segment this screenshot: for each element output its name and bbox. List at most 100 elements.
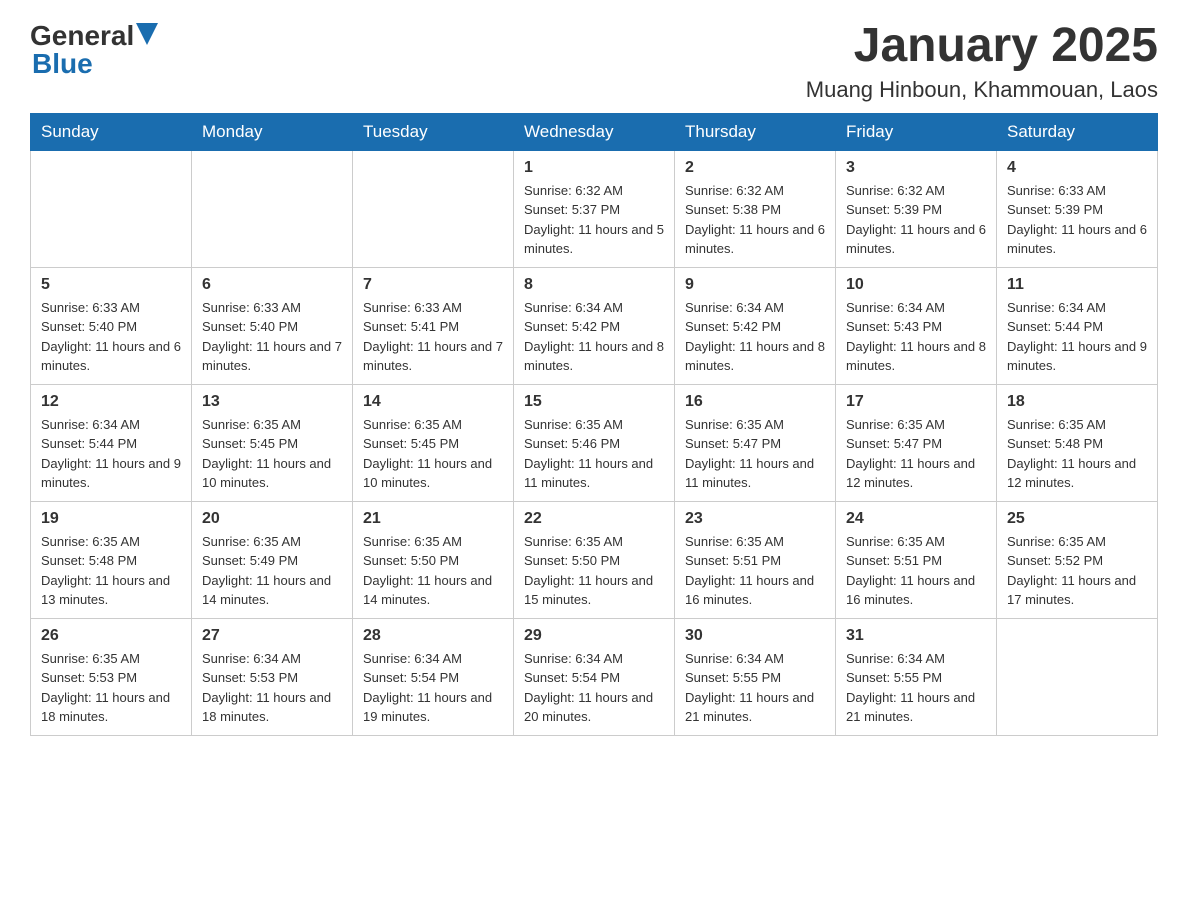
day-number: 24 [846, 510, 986, 528]
day-number: 7 [363, 276, 503, 294]
weekday-header-wednesday: Wednesday [514, 113, 675, 150]
day-number: 25 [1007, 510, 1147, 528]
day-number: 17 [846, 393, 986, 411]
month-title: January 2025 [806, 20, 1158, 73]
day-info: Sunrise: 6:34 AMSunset: 5:42 PMDaylight:… [524, 298, 664, 376]
day-number: 27 [202, 627, 342, 645]
calendar-cell: 26 Sunrise: 6:35 AMSunset: 5:53 PMDayligh… [31, 618, 192, 735]
calendar-cell: 30Sunrise: 6:34 AMSunset: 5:55 PMDayligh… [675, 618, 836, 735]
calendar-cell: 18 Sunrise: 6:35 AMSunset: 5:48 PMDayligh… [997, 384, 1158, 501]
calendar-cell [997, 618, 1158, 735]
calendar-cell: 25 Sunrise: 6:35 AMSunset: 5:52 PMDayligh… [997, 501, 1158, 618]
calendar-cell: 7 Sunrise: 6:33 AMSunset: 5:41 PMDaylight… [353, 267, 514, 384]
day-info: Sunrise: 6:34 AMSunset: 5:43 PMDaylight:… [846, 298, 986, 376]
day-info: Sunrise: 6:35 AMSunset: 5:53 PMDaylight:… [41, 649, 181, 727]
weekday-header-saturday: Saturday [997, 113, 1158, 150]
day-info: Sunrise: 6:35 AMSunset: 5:45 PMDaylight:… [202, 415, 342, 493]
day-info: Sunrise: 6:35 AMSunset: 5:45 PMDaylight:… [363, 415, 503, 493]
day-number: 22 [524, 510, 664, 528]
day-info: Sunrise: 6:33 AMSunset: 5:40 PMDaylight:… [202, 298, 342, 376]
calendar-cell: 6 Sunrise: 6:33 AMSunset: 5:40 PMDaylight… [192, 267, 353, 384]
day-info: Sunrise: 6:35 AMSunset: 5:51 PMDaylight:… [685, 532, 825, 610]
day-number: 6 [202, 276, 342, 294]
day-info: Sunrise: 6:34 AMSunset: 5:54 PMDaylight:… [363, 649, 503, 727]
day-number: 28 [363, 627, 503, 645]
day-info: Sunrise: 6:35 AMSunset: 5:51 PMDaylight:… [846, 532, 986, 610]
week-row-5: 26 Sunrise: 6:35 AMSunset: 5:53 PMDayligh… [31, 618, 1158, 735]
day-info: Sunrise: 6:32 AMSunset: 5:37 PMDaylight:… [524, 181, 664, 259]
day-number: 12 [41, 393, 181, 411]
calendar-cell: 17 Sunrise: 6:35 AMSunset: 5:47 PMDayligh… [836, 384, 997, 501]
day-info: Sunrise: 6:32 AMSunset: 5:39 PMDaylight:… [846, 181, 986, 259]
day-info: Sunrise: 6:35 AMSunset: 5:52 PMDaylight:… [1007, 532, 1147, 610]
day-info: Sunrise: 6:33 AMSunset: 5:41 PMDaylight:… [363, 298, 503, 376]
header: General Blue January 2025 Muang Hinboun,… [30, 20, 1158, 103]
day-info: Sunrise: 6:32 AMSunset: 5:38 PMDaylight:… [685, 181, 825, 259]
day-number: 30 [685, 627, 825, 645]
day-number: 21 [363, 510, 503, 528]
calendar-cell: 2Sunrise: 6:32 AMSunset: 5:38 PMDaylight… [675, 150, 836, 267]
day-info: Sunrise: 6:35 AMSunset: 5:48 PMDaylight:… [1007, 415, 1147, 493]
day-info: Sunrise: 6:35 AMSunset: 5:50 PMDaylight:… [363, 532, 503, 610]
day-info: Sunrise: 6:35 AMSunset: 5:47 PMDaylight:… [685, 415, 825, 493]
title-area: January 2025 Muang Hinboun, Khammouan, L… [806, 20, 1158, 103]
day-number: 18 [1007, 393, 1147, 411]
calendar-cell: 10 Sunrise: 6:34 AMSunset: 5:43 PMDayligh… [836, 267, 997, 384]
calendar-cell: 21 Sunrise: 6:35 AMSunset: 5:50 PMDayligh… [353, 501, 514, 618]
calendar-cell: 3 Sunrise: 6:32 AMSunset: 5:39 PMDaylight… [836, 150, 997, 267]
calendar-cell: 31Sunrise: 6:34 AMSunset: 5:55 PMDayligh… [836, 618, 997, 735]
calendar-cell: 9Sunrise: 6:34 AMSunset: 5:42 PMDaylight… [675, 267, 836, 384]
logo-triangle-icon [136, 23, 158, 45]
location-subtitle: Muang Hinboun, Khammouan, Laos [806, 77, 1158, 103]
calendar-cell [192, 150, 353, 267]
day-info: Sunrise: 6:35 AMSunset: 5:49 PMDaylight:… [202, 532, 342, 610]
day-info: Sunrise: 6:35 AMSunset: 5:47 PMDaylight:… [846, 415, 986, 493]
week-row-3: 12 Sunrise: 6:34 AMSunset: 5:44 PMDayligh… [31, 384, 1158, 501]
day-number: 20 [202, 510, 342, 528]
day-info: Sunrise: 6:34 AMSunset: 5:54 PMDaylight:… [524, 649, 664, 727]
day-number: 1 [524, 159, 664, 177]
day-number: 14 [363, 393, 503, 411]
day-info: Sunrise: 6:35 AMSunset: 5:46 PMDaylight:… [524, 415, 664, 493]
day-number: 11 [1007, 276, 1147, 294]
day-info: Sunrise: 6:34 AMSunset: 5:42 PMDaylight:… [685, 298, 825, 376]
day-number: 26 [41, 627, 181, 645]
day-info: Sunrise: 6:34 AMSunset: 5:44 PMDaylight:… [41, 415, 181, 493]
calendar-cell: 23 Sunrise: 6:35 AMSunset: 5:51 PMDayligh… [675, 501, 836, 618]
day-info: Sunrise: 6:33 AMSunset: 5:40 PMDaylight:… [41, 298, 181, 376]
calendar-cell: 1 Sunrise: 6:32 AMSunset: 5:37 PMDaylight… [514, 150, 675, 267]
weekday-header-monday: Monday [192, 113, 353, 150]
week-row-4: 19Sunrise: 6:35 AMSunset: 5:48 PMDayligh… [31, 501, 1158, 618]
logo-blue-text: Blue [32, 48, 93, 80]
week-row-2: 5Sunrise: 6:33 AMSunset: 5:40 PMDaylight… [31, 267, 1158, 384]
calendar-cell: 28 Sunrise: 6:34 AMSunset: 5:54 PMDayligh… [353, 618, 514, 735]
weekday-header-sunday: Sunday [31, 113, 192, 150]
day-number: 8 [524, 276, 664, 294]
day-info: Sunrise: 6:34 AMSunset: 5:44 PMDaylight:… [1007, 298, 1147, 376]
day-info: Sunrise: 6:34 AMSunset: 5:55 PMDaylight:… [846, 649, 986, 727]
day-info: Sunrise: 6:33 AMSunset: 5:39 PMDaylight:… [1007, 181, 1147, 259]
day-number: 19 [41, 510, 181, 528]
calendar-cell: 16Sunrise: 6:35 AMSunset: 5:47 PMDayligh… [675, 384, 836, 501]
calendar-cell: 27 Sunrise: 6:34 AMSunset: 5:53 PMDayligh… [192, 618, 353, 735]
calendar-cell: 20 Sunrise: 6:35 AMSunset: 5:49 PMDayligh… [192, 501, 353, 618]
calendar-table: SundayMondayTuesdayWednesdayThursdayFrid… [30, 113, 1158, 736]
calendar-cell: 12 Sunrise: 6:34 AMSunset: 5:44 PMDayligh… [31, 384, 192, 501]
weekday-header-friday: Friday [836, 113, 997, 150]
calendar-cell: 15 Sunrise: 6:35 AMSunset: 5:46 PMDayligh… [514, 384, 675, 501]
calendar-cell [31, 150, 192, 267]
calendar-cell: 29Sunrise: 6:34 AMSunset: 5:54 PMDayligh… [514, 618, 675, 735]
weekday-header-tuesday: Tuesday [353, 113, 514, 150]
calendar-cell: 13Sunrise: 6:35 AMSunset: 5:45 PMDayligh… [192, 384, 353, 501]
calendar-cell [353, 150, 514, 267]
calendar-cell: 5Sunrise: 6:33 AMSunset: 5:40 PMDaylight… [31, 267, 192, 384]
calendar-cell: 24 Sunrise: 6:35 AMSunset: 5:51 PMDayligh… [836, 501, 997, 618]
day-info: Sunrise: 6:35 AMSunset: 5:50 PMDaylight:… [524, 532, 664, 610]
day-number: 23 [685, 510, 825, 528]
logo: General Blue [30, 20, 158, 80]
day-number: 10 [846, 276, 986, 294]
day-number: 3 [846, 159, 986, 177]
day-info: Sunrise: 6:34 AMSunset: 5:53 PMDaylight:… [202, 649, 342, 727]
day-number: 4 [1007, 159, 1147, 177]
day-number: 15 [524, 393, 664, 411]
